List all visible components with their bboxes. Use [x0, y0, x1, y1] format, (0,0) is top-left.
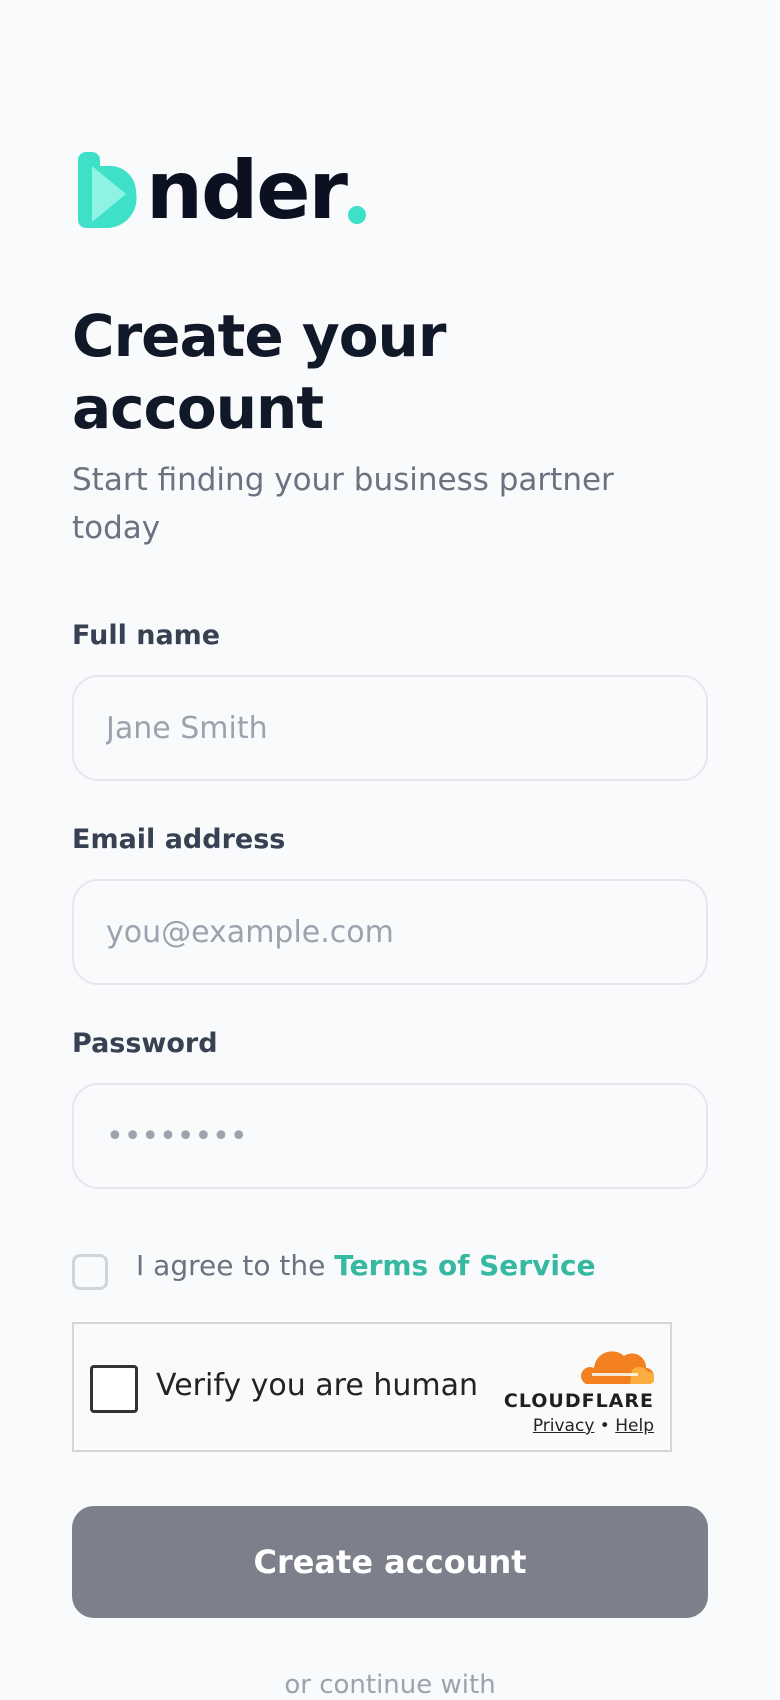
terms-checkbox[interactable]: [72, 1254, 108, 1290]
captcha-privacy-link[interactable]: Privacy: [533, 1416, 595, 1436]
captcha-links: Privacy • Help: [533, 1416, 654, 1436]
page-subtitle: Start finding your business partner toda…: [72, 462, 614, 546]
email-input[interactable]: [72, 879, 708, 985]
page-title: Create your account: [72, 302, 446, 442]
terms-text: I agree to the Terms of Service: [136, 1249, 596, 1282]
password-label: Password: [72, 1028, 218, 1059]
brand-dot: [347, 206, 366, 224]
captcha-checkbox[interactable]: [90, 1365, 138, 1413]
continue-with-divider: or continue with: [284, 1670, 496, 1700]
cloudflare-cloud-icon: [581, 1351, 654, 1384]
password-input[interactable]: [72, 1083, 708, 1189]
full-name-input[interactable]: [72, 675, 708, 781]
captcha-label: Verify you are human: [156, 1368, 479, 1403]
brand-name: nder: [146, 144, 348, 237]
captcha-widget: Verify you are human CLOUDFLARE Privacy …: [72, 1322, 672, 1452]
terms-of-service-link[interactable]: Terms of Service: [334, 1249, 595, 1282]
captcha-links-separator: •: [599, 1416, 610, 1436]
logo-play-icon: [78, 152, 137, 228]
brand-logo: nder: [78, 144, 366, 237]
full-name-label: Full name: [72, 620, 221, 651]
email-label: Email address: [72, 824, 286, 855]
terms-row: I agree to the Terms of Service: [72, 1240, 596, 1290]
captcha-help-link[interactable]: Help: [615, 1416, 654, 1436]
create-account-button[interactable]: Create account: [72, 1506, 708, 1618]
cloudflare-brand: CLOUDFLARE: [503, 1390, 654, 1412]
terms-prefix: I agree to the: [136, 1248, 335, 1282]
